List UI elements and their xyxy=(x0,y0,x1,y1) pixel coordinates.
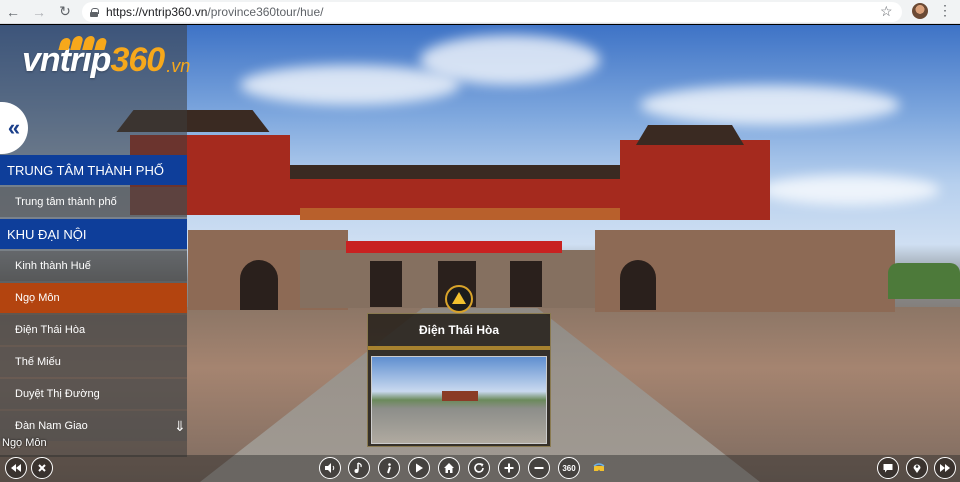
scene-menu: TRUNG TÂM THÀNH PHỐ Trung tâm thành phố … xyxy=(0,155,187,443)
current-scene-label: Ngọ Môn xyxy=(2,437,47,449)
navigation-hotspot-arrow-icon[interactable] xyxy=(445,285,473,313)
menu-item-kinh-thanh-hue[interactable]: Kinh thành Huế xyxy=(0,251,187,281)
lock-icon xyxy=(90,7,99,17)
rotate-icon[interactable] xyxy=(468,457,490,479)
fast-forward-icon[interactable] xyxy=(934,457,956,479)
bookmark-star-icon[interactable]: ☆ xyxy=(880,3,893,20)
logo-suffix: .vn xyxy=(166,56,191,76)
cloud xyxy=(240,65,460,105)
rewind-icon[interactable] xyxy=(5,457,27,479)
close-icon[interactable] xyxy=(31,457,53,479)
zoom-in-icon[interactable] xyxy=(498,457,520,479)
roof-center-lower xyxy=(300,208,630,220)
view-360-button[interactable]: 360 xyxy=(558,457,580,479)
pavilion-right xyxy=(620,140,770,220)
vr-mode-icon[interactable] xyxy=(588,457,610,479)
menu-item-dien-thai-hoa[interactable]: Điện Thái Hòa xyxy=(0,315,187,345)
gate-opening xyxy=(620,260,656,310)
gate-opening xyxy=(370,261,402,307)
reload-icon[interactable]: ↻ xyxy=(52,0,78,24)
gate-opening xyxy=(510,261,542,307)
comment-icon[interactable] xyxy=(877,457,899,479)
preview-thumbnail xyxy=(371,356,547,444)
red-banner xyxy=(346,241,562,253)
info-icon[interactable] xyxy=(378,457,400,479)
menu-item-ngo-mon[interactable]: Ngọ Môn xyxy=(0,283,187,313)
home-icon[interactable] xyxy=(438,457,460,479)
scroll-down-icon[interactable]: ⇓ xyxy=(174,418,186,435)
menu-item-trung-tam-thanh-pho[interactable]: Trung tâm thành phố xyxy=(0,187,187,217)
logo-number: 360 xyxy=(110,41,165,79)
sound-icon[interactable] xyxy=(319,457,341,479)
map-pin-icon[interactable] xyxy=(906,457,928,479)
forward-icon[interactable]: → xyxy=(26,0,52,24)
url-text: https://vntrip360.vn/province360tour/hue… xyxy=(106,5,324,19)
logo-mark-icon xyxy=(58,36,110,50)
bottom-toolbar: 360 xyxy=(0,455,960,482)
play-icon[interactable] xyxy=(408,457,430,479)
gate-opening xyxy=(240,260,278,310)
menu-item-duyet-thi-duong[interactable]: Duyệt Thị Đường xyxy=(0,379,187,409)
cloud xyxy=(420,35,600,85)
cloud xyxy=(640,85,900,125)
menu-section-khu-dai-noi[interactable]: KHU ĐẠI NỘI xyxy=(0,219,187,249)
trees xyxy=(888,263,960,299)
menu-section-trung-tam[interactable]: TRUNG TÂM THÀNH PHỐ xyxy=(0,155,187,185)
cloud xyxy=(760,175,940,205)
zoom-out-icon[interactable] xyxy=(528,457,550,479)
preview-title: Điện Thái Hòa xyxy=(368,314,550,350)
address-bar[interactable]: https://vntrip360.vn/province360tour/hue… xyxy=(82,2,902,22)
browser-toolbar: ← → ↻ https://vntrip360.vn/province360to… xyxy=(0,0,960,24)
music-icon[interactable] xyxy=(348,457,370,479)
back-icon[interactable]: ← xyxy=(0,0,26,24)
menu-kebab-icon[interactable]: ⋮ xyxy=(938,2,952,19)
roof-center xyxy=(290,165,630,179)
menu-item-the-mieu[interactable]: Thế Miếu xyxy=(0,347,187,377)
roof-right xyxy=(636,125,744,145)
profile-avatar[interactable] xyxy=(912,3,928,19)
vntrip360-logo[interactable]: vntrip 360 .vn xyxy=(22,36,191,80)
hotspot-preview-card[interactable]: Điện Thái Hòa xyxy=(367,313,551,447)
